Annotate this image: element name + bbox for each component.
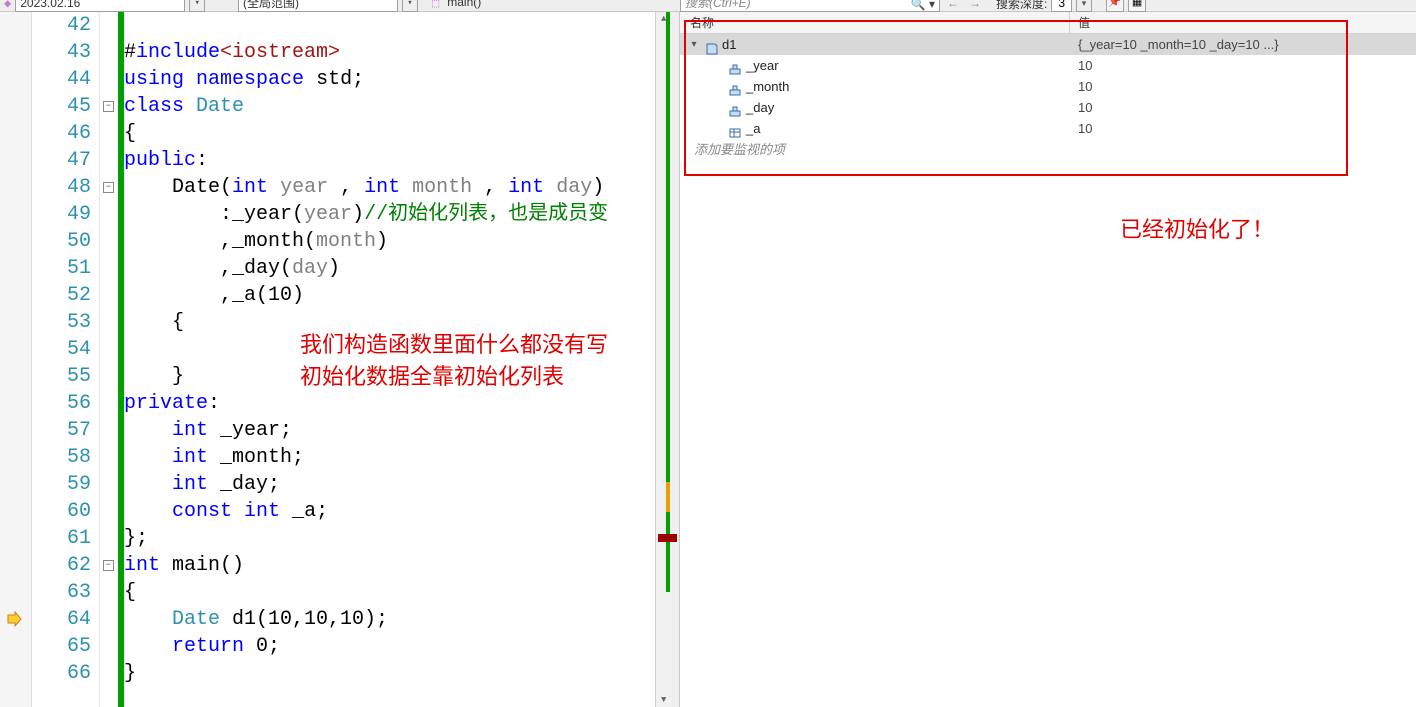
depth-label: 搜索深度:: [988, 0, 1047, 12]
depth-stepper[interactable]: ▾: [1076, 0, 1092, 12]
scope-dropdown[interactable]: (全局范围): [238, 0, 398, 12]
watch-member-value: 10: [1070, 76, 1416, 97]
watch-member-name: _day: [746, 97, 774, 118]
watch-header: 名称 值: [680, 12, 1416, 34]
watch-row-member[interactable]: _month 10: [680, 76, 1416, 97]
annotation-initialized: 已经初始化了！: [1120, 212, 1274, 244]
nav-forward-button[interactable]: →: [966, 0, 984, 12]
search-input[interactable]: 搜索(Ctrl+E) 🔍 ▾: [680, 0, 940, 12]
watch-header-value[interactable]: 值: [1070, 12, 1416, 33]
watch-row-member[interactable]: _year 10: [680, 55, 1416, 76]
watch-var-name: d1: [722, 34, 736, 55]
watch-member-value: 10: [1070, 97, 1416, 118]
pin-button[interactable]: 📌: [1106, 0, 1124, 12]
breakpoint-gutter[interactable]: [0, 12, 32, 707]
context-icon: ⬚: [432, 0, 439, 11]
watch-add-item[interactable]: 添加要监视的项: [680, 139, 1416, 160]
field-icon: [728, 80, 742, 94]
watch-row-member[interactable]: _a 10: [680, 118, 1416, 139]
scope-dropdown-arrow[interactable]: ▾: [402, 0, 418, 12]
grid-button[interactable]: ▦: [1128, 0, 1146, 12]
watch-panel: 名称 值 ▾ d1 {_year=10 _month=10 _day=10 ..…: [680, 12, 1416, 707]
search-icon[interactable]: 🔍 ▾: [911, 0, 935, 12]
depth-value[interactable]: 3: [1051, 0, 1072, 12]
watch-header-name[interactable]: 名称: [680, 12, 1070, 33]
top-toolbar: ◆ 2023.02.16 ▾ (全局范围) ▾ ⬚ main() 搜索(Ctrl…: [0, 0, 1416, 12]
project-icon: ◆: [4, 0, 11, 11]
context-dropdown[interactable]: main(): [443, 0, 583, 12]
watch-member-name: _month: [746, 76, 789, 97]
scrollbar-overview[interactable]: [666, 12, 670, 592]
watch-var-value: {_year=10 _month=10 _day=10 ...}: [1070, 34, 1416, 55]
watch-row-member[interactable]: _day 10: [680, 97, 1416, 118]
line-number-gutter: 42 43 44 45 46 47 48 49 50 51 52 53 54 5…: [32, 12, 100, 707]
scrollbar-caret-marker: [658, 534, 677, 542]
watch-member-name: _year: [746, 55, 779, 76]
field-icon: [728, 122, 742, 136]
watch-member-value: 10: [1070, 55, 1416, 76]
tree-toggle-icon[interactable]: ▾: [688, 34, 700, 55]
code-editor[interactable]: 42 43 44 45 46 47 48 49 50 51 52 53 54 5…: [0, 12, 680, 707]
watch-member-name: _a: [746, 118, 760, 139]
fold-toggle[interactable]: −: [103, 182, 114, 193]
scroll-down-icon[interactable]: ▼: [661, 695, 666, 705]
annotation-constructor: 我们构造函数里面什么都没有写 初始化数据全靠初始化列表: [300, 327, 608, 391]
fold-toggle[interactable]: −: [103, 101, 114, 112]
watch-member-value: 10: [1070, 118, 1416, 139]
editor-scrollbar[interactable]: ▲ ▼: [655, 12, 679, 707]
search-placeholder: 搜索(Ctrl+E): [685, 0, 751, 10]
nav-back-button[interactable]: ←: [944, 0, 962, 12]
project-dropdown-arrow[interactable]: ▾: [189, 0, 205, 12]
fold-toggle[interactable]: −: [103, 560, 114, 571]
field-icon: [728, 101, 742, 115]
fold-gutter[interactable]: − − −: [100, 12, 118, 707]
field-icon: [728, 59, 742, 73]
object-icon: [704, 38, 718, 52]
project-dropdown[interactable]: 2023.02.16: [15, 0, 185, 12]
watch-row-root[interactable]: ▾ d1 {_year=10 _month=10 _day=10 ...}: [680, 34, 1416, 55]
current-line-arrow: [6, 611, 22, 627]
